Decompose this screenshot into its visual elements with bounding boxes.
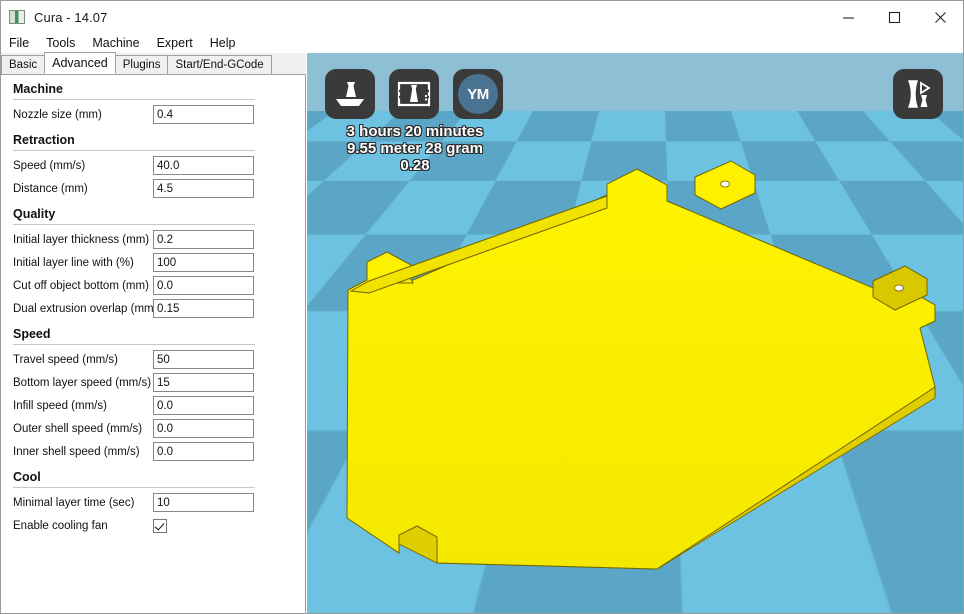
section-rule-machine bbox=[13, 99, 255, 100]
setting-label-dual-extrusion-overlap-mm: Dual extrusion overlap (mm) bbox=[13, 302, 158, 315]
tab-basic[interactable]: Basic bbox=[1, 55, 46, 74]
setting-input-inner-shell-speed-mm-s[interactable] bbox=[153, 442, 254, 461]
menu-item-help[interactable]: Help bbox=[210, 35, 245, 51]
layer-view-icon bbox=[397, 81, 431, 107]
cura-app-icon bbox=[9, 10, 25, 24]
setting-input-minimal-layer-time-sec[interactable] bbox=[153, 493, 254, 512]
setting-label-bottom-layer-speed-mm-s: Bottom layer speed (mm/s) bbox=[13, 376, 152, 389]
menu-item-tools[interactable]: Tools bbox=[46, 35, 84, 51]
print-time: 3 hours 20 minutes bbox=[346, 123, 484, 140]
load-model-button[interactable] bbox=[325, 69, 375, 119]
window-title: Cura - 14.07 bbox=[34, 9, 108, 25]
setting-row-minimal-layer-time-sec: Minimal layer time (sec) bbox=[1, 491, 305, 514]
menu-item-expert[interactable]: Expert bbox=[157, 35, 202, 51]
settings-tab-strip: Basic Advanced Plugins Start/End-GCode bbox=[1, 52, 306, 75]
setting-label-distance-mm: Distance (mm) bbox=[13, 182, 88, 195]
section-title-cool: Cool bbox=[13, 470, 41, 484]
setting-input-bottom-layer-speed-mm-s[interactable] bbox=[153, 373, 254, 392]
setting-label-minimal-layer-time-sec: Minimal layer time (sec) bbox=[13, 496, 135, 509]
setting-label-inner-shell-speed-mm-s: Inner shell speed (mm/s) bbox=[13, 445, 140, 458]
menu-item-machine[interactable]: Machine bbox=[92, 35, 148, 51]
menu-item-file[interactable]: File bbox=[9, 35, 38, 51]
minimize-button[interactable] bbox=[825, 1, 871, 33]
print-material: 9.55 meter 28 gram bbox=[347, 140, 483, 157]
cura-window: Cura - 14.07 File Tools Machine Expert Help bbox=[0, 0, 964, 614]
setting-label-infill-speed-mm-s: Infill speed (mm/s) bbox=[13, 399, 107, 412]
setting-row-initial-layer-line-with: Initial layer line with (%) bbox=[1, 251, 305, 274]
setting-row-nozzle-size-mm: Nozzle size (mm) bbox=[1, 103, 305, 126]
section-rule-cool bbox=[13, 487, 255, 488]
section-rule-speed bbox=[13, 344, 255, 345]
setting-row-speed-mm-s: Speed (mm/s) bbox=[1, 154, 305, 177]
model-top-face bbox=[346, 168, 936, 570]
tab-start-end-gcode[interactable]: Start/End-GCode bbox=[167, 55, 272, 74]
section-rule-quality bbox=[13, 224, 255, 225]
tab-plugins[interactable]: Plugins bbox=[114, 55, 169, 74]
setting-row-enable-cooling-fan: Enable cooling fan bbox=[1, 514, 305, 537]
window-controls bbox=[825, 1, 963, 33]
setting-input-infill-speed-mm-s[interactable] bbox=[153, 396, 254, 415]
setting-input-distance-mm[interactable] bbox=[153, 179, 254, 198]
section-title-retraction: Retraction bbox=[13, 133, 75, 147]
setting-row-infill-speed-mm-s: Infill speed (mm/s) bbox=[1, 394, 305, 417]
expert-config-button[interactable] bbox=[893, 69, 943, 119]
setting-label-nozzle-size-mm: Nozzle size (mm) bbox=[13, 108, 102, 121]
youmagine-button[interactable]: YM bbox=[453, 69, 503, 119]
setting-checkbox-enable-cooling-fan[interactable] bbox=[153, 518, 167, 533]
setting-input-initial-layer-line-with[interactable] bbox=[153, 253, 254, 272]
section-rule-retraction bbox=[13, 150, 255, 151]
setting-row-outer-shell-speed-mm-s: Outer shell speed (mm/s) bbox=[1, 417, 305, 440]
setting-label-initial-layer-line-with: Initial layer line with (%) bbox=[13, 256, 134, 269]
setting-row-inner-shell-speed-mm-s: Inner shell speed (mm/s) bbox=[1, 440, 305, 463]
title-bar: Cura - 14.07 bbox=[1, 1, 963, 33]
setting-input-outer-shell-speed-mm-s[interactable] bbox=[153, 419, 254, 438]
setting-input-travel-speed-mm-s[interactable] bbox=[153, 350, 254, 369]
setting-label-enable-cooling-fan: Enable cooling fan bbox=[13, 519, 108, 532]
print-cost: 0.28 bbox=[400, 157, 430, 174]
setting-row-cut-off-object-bottom-mm: Cut off object bottom (mm) bbox=[1, 274, 305, 297]
setting-input-initial-layer-thickness-mm[interactable] bbox=[153, 230, 254, 249]
setting-input-nozzle-size-mm[interactable] bbox=[153, 105, 254, 124]
section-title-quality: Quality bbox=[13, 207, 56, 221]
maximize-icon bbox=[888, 11, 900, 23]
model-hole-right bbox=[894, 284, 904, 292]
setting-row-distance-mm: Distance (mm) bbox=[1, 177, 305, 200]
setting-input-speed-mm-s[interactable] bbox=[153, 156, 254, 175]
close-icon bbox=[934, 11, 946, 23]
viewport-3d[interactable]: YM 3 hours 20 minutes 9.55 meter 28 gram… bbox=[307, 53, 963, 613]
setting-label-cut-off-object-bottom-mm: Cut off object bottom (mm) bbox=[13, 279, 149, 292]
expert-config-icon bbox=[907, 80, 931, 108]
setting-label-travel-speed-mm-s: Travel speed (mm/s) bbox=[13, 353, 119, 366]
setting-input-dual-extrusion-overlap-mm[interactable] bbox=[153, 299, 254, 318]
maximize-button[interactable] bbox=[871, 1, 917, 33]
close-button[interactable] bbox=[917, 1, 963, 33]
setting-row-initial-layer-thickness-mm: Initial layer thickness (mm) bbox=[1, 228, 305, 251]
youmagine-icon: YM bbox=[458, 74, 498, 114]
setting-row-bottom-layer-speed-mm-s: Bottom layer speed (mm/s) bbox=[1, 371, 305, 394]
setting-label-speed-mm-s: Speed (mm/s) bbox=[13, 159, 86, 172]
setting-row-travel-speed-mm-s: Travel speed (mm/s) bbox=[1, 348, 305, 371]
model-hole-top bbox=[720, 180, 730, 188]
settings-panel: Machine Nozzle size (mm) Retraction Speed (… bbox=[1, 75, 306, 613]
section-title-machine: Machine bbox=[13, 82, 64, 96]
section-title-speed: Speed bbox=[13, 327, 51, 341]
setting-row-dual-extrusion-overlap-mm: Dual extrusion overlap (mm) bbox=[1, 297, 305, 320]
tab-advanced[interactable]: Advanced bbox=[44, 52, 116, 74]
layer-view-button[interactable] bbox=[389, 69, 439, 119]
setting-label-initial-layer-thickness-mm: Initial layer thickness (mm) bbox=[13, 233, 150, 246]
load-model-icon bbox=[336, 82, 364, 106]
print-info-text: 3 hours 20 minutes 9.55 meter 28 gram 0.… bbox=[315, 123, 515, 174]
minimize-icon bbox=[842, 16, 854, 19]
menu-bar: File Tools Machine Expert Help bbox=[1, 33, 963, 53]
setting-input-cut-off-object-bottom-mm[interactable] bbox=[153, 276, 254, 295]
setting-label-outer-shell-speed-mm-s: Outer shell speed (mm/s) bbox=[13, 422, 143, 435]
